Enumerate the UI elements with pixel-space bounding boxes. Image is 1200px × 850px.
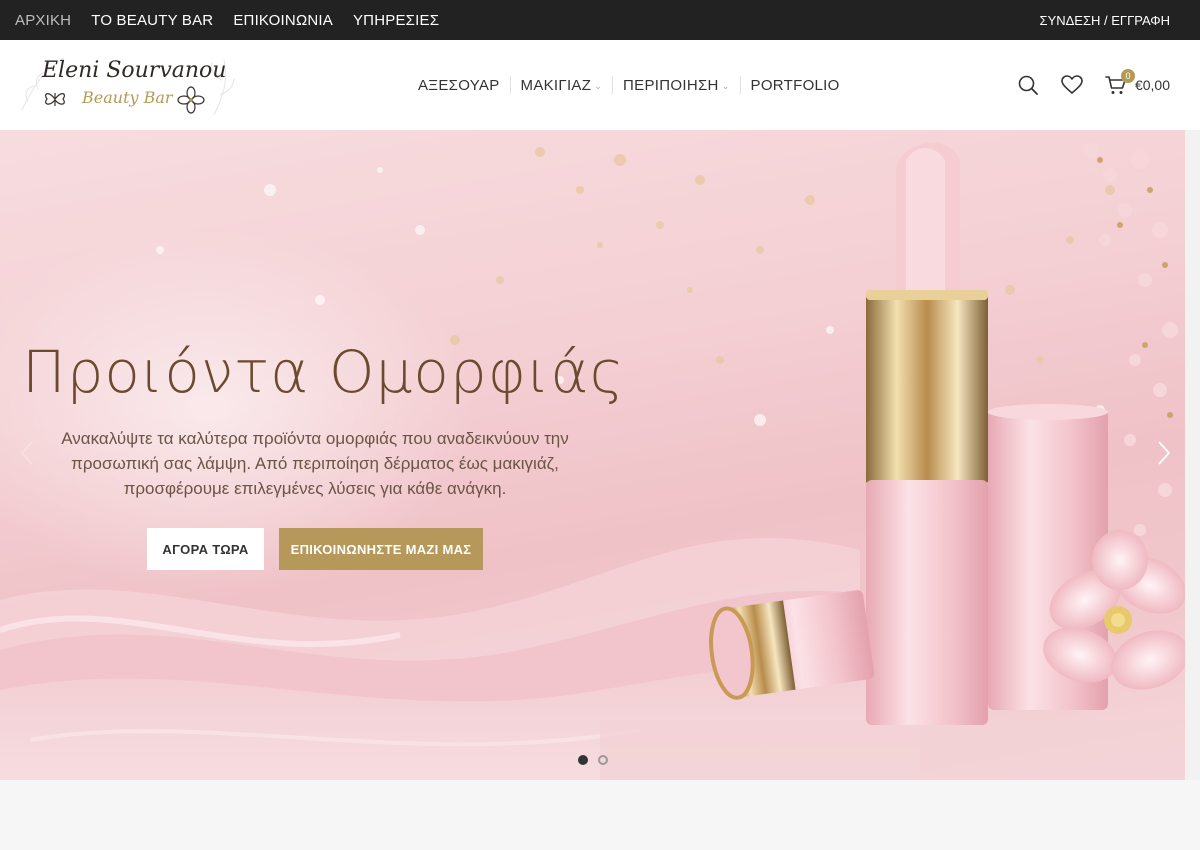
top-nav-contact[interactable]: ΕΠΙΚΟΙΝΩΝΙΑ — [233, 12, 333, 29]
logo-name: Eleni Sourvanou — [42, 58, 227, 83]
slider-prev-arrow[interactable] — [20, 440, 34, 471]
hero-description: Ανακαλύψτε τα καλύτερα προϊόντα ομορφιάς… — [61, 429, 569, 498]
nav-item-accessories[interactable]: ΑΞΕΣΟΥΑΡ — [418, 77, 510, 94]
top-nav-beauty-bar[interactable]: ΤΟ BEAUTY BAR — [91, 12, 213, 29]
nav-item-label: PORTFOLIO — [750, 76, 840, 94]
nav-item-label: ΜΑΚΙΓΙΑΖ — [520, 76, 592, 94]
main-nav: ΑΞΕΣΟΥΑΡ ΜΑΚΙΓΙΑΖ ⌄ ΠΕΡΙΠΟΙΗΣΗ ⌄ PORTFOL… — [418, 40, 850, 130]
login-register-link[interactable]: ΣΥΝΔΕΣΗ / ΕΓΓΡΑΦΗ — [1040, 13, 1170, 28]
cart-icon: 0 — [1105, 69, 1135, 95]
slider-pagination — [578, 755, 608, 765]
top-bar: ΑΡΧΙΚΗ ΤΟ BEAUTY BAR ΕΠΙΚΟΙΝΩΝΙΑ ΥΠΗΡΕΣΙ… — [0, 0, 1200, 40]
butterfly-icon — [44, 93, 66, 106]
chevron-down-icon: ⌄ — [721, 80, 730, 91]
slider-next-arrow[interactable] — [1157, 440, 1171, 471]
top-nav-services[interactable]: ΥΠΗΡΕΣΙΕΣ — [353, 12, 439, 29]
header-actions: 0 €0,00 — [1017, 40, 1170, 130]
cart-button[interactable]: 0 €0,00 — [1105, 69, 1170, 95]
logo-subtitle: Beauty Bar — [82, 88, 173, 107]
top-nav: ΑΡΧΙΚΗ ΤΟ BEAUTY BAR ΕΠΙΚΟΙΝΩΝΙΑ ΥΠΗΡΕΣΙ… — [15, 12, 439, 29]
nav-item-makeup[interactable]: ΜΑΚΙΓΙΑΖ ⌄ — [511, 77, 613, 94]
cart-total: €0,00 — [1134, 77, 1170, 93]
content-section-start — [0, 780, 1200, 850]
nav-item-label: ΠΕΡΙΠΟΙΗΣΗ — [623, 76, 719, 94]
cart-count-badge: 0 — [1120, 69, 1135, 83]
shop-now-button[interactable]: ΑΓΟΡΑ ΤΩΡΑ — [147, 528, 264, 570]
chevron-down-icon: ⌄ — [594, 80, 603, 91]
slider-dot-1[interactable] — [578, 755, 588, 765]
site-logo[interactable]: Eleni Sourvanou Beauty Bar — [14, 50, 239, 120]
heart-icon[interactable] — [1061, 75, 1083, 95]
hero-title: Προιόντα Ομορφιάς — [22, 338, 625, 406]
search-icon[interactable] — [1017, 74, 1039, 96]
contact-us-button[interactable]: ΕΠΙΚΟΙΝΩΝΗΣΤΕ ΜΑΖΙ ΜΑΣ — [279, 528, 483, 570]
nav-item-label: ΑΞΕΣΟΥΑΡ — [418, 76, 500, 94]
page-scrollbar[interactable] — [1185, 130, 1200, 780]
nav-item-skincare[interactable]: ΠΕΡΙΠΟΙΗΣΗ ⌄ — [613, 77, 739, 94]
slider-dot-2[interactable] — [598, 755, 608, 765]
flower-icon — [177, 86, 205, 114]
hero-slider: Προιόντα Ομορφιάς Ανακαλύψτε τα καλύτερα… — [0, 130, 1185, 780]
top-nav-home[interactable]: ΑΡΧΙΚΗ — [15, 12, 71, 29]
site-header: Eleni Sourvanou Beauty Bar ΑΞΕΣΟΥΑΡ ΜΑΚΙ… — [0, 40, 1200, 130]
nav-item-portfolio[interactable]: PORTFOLIO — [741, 77, 850, 94]
